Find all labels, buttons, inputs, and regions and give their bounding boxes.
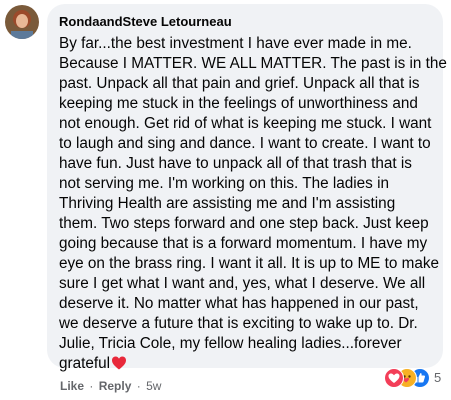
comment-bubble: RondaandSteve Letourneau By far...the be…	[47, 4, 447, 372]
comment-body: By far...the best investment I have ever…	[59, 34, 447, 374]
comment-line: them. Two steps forward and one step bac…	[59, 215, 429, 232]
comment-actions: Like · Reply · 5w	[60, 379, 161, 393]
comment-line: deserve it. No matter what has happened …	[59, 295, 419, 312]
comment-line: Because I MATTER. WE ALL MATTER. The pas…	[59, 55, 447, 72]
like-action[interactable]: Like	[60, 379, 84, 393]
reply-action[interactable]: Reply	[99, 379, 132, 393]
love-reaction-icon	[384, 368, 404, 388]
comment-line: not serving me. I'm working on this. The…	[59, 175, 389, 192]
comment-line: have fun. Just have to unpack all of tha…	[59, 155, 412, 172]
comment-line: Thriving Health are assisting me and I'm…	[59, 195, 396, 212]
comment-line: sure I get what I want and, yes, what I …	[59, 275, 426, 292]
comment-line: not enough. Get rid of what is keeping m…	[59, 115, 432, 132]
separator-dot: ·	[89, 379, 94, 393]
comment-line: to laugh and sing and dance. I want to c…	[59, 135, 431, 152]
comment-line: we deserve a future that is exciting to …	[59, 315, 418, 332]
comment-timestamp[interactable]: 5w	[146, 379, 161, 393]
comment-line: keeping me stuck in the feelings of unwo…	[59, 95, 418, 112]
comment-line: going because that is a forward momentum…	[59, 235, 428, 252]
reactions-summary[interactable]: 5	[384, 368, 444, 388]
author-avatar[interactable]	[5, 5, 39, 39]
comment-line: By far...the best investment I have ever…	[59, 35, 412, 52]
separator-dot: ·	[136, 379, 141, 393]
comment-line-text: grateful	[59, 355, 111, 372]
comment-line: eye on the brass ring. I want it all. It…	[59, 255, 440, 272]
comment-author-name[interactable]: RondaandSteve Letourneau	[59, 14, 232, 29]
comment-line: past. Unpack all that pain and grief. Un…	[59, 75, 420, 92]
red-heart-emoji-icon	[111, 355, 127, 377]
reaction-count: 5	[434, 370, 442, 385]
comment-last-line: grateful	[59, 354, 435, 374]
comment-line: Julie, Tricia Cole, my fellow healing la…	[59, 335, 402, 352]
